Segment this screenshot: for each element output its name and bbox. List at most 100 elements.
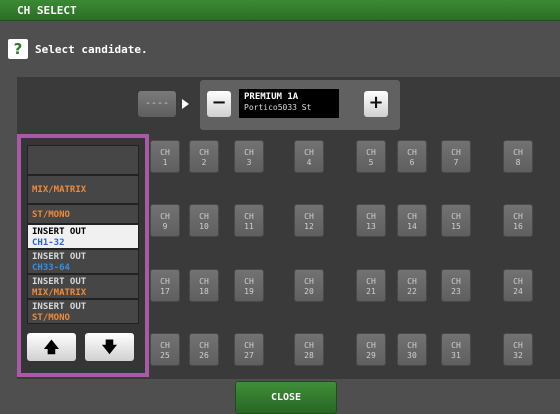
scroll-down-button[interactable]: 🡇 [85,333,134,361]
arrow-right-icon [182,99,189,109]
channel-button[interactable]: CH 6 [397,140,427,173]
category-sublabel: CH33-64 [32,263,70,273]
channel-selector-bar: ---- − PREMIUM 1A Portico5033 St + [17,77,560,141]
channel-button[interactable]: CH 27 [234,333,264,366]
channel-button-number: 27 [244,351,254,360]
channel-button[interactable]: CH 2 [189,140,219,173]
channel-name-box: PREMIUM 1A Portico5033 St [239,89,339,118]
channel-button[interactable]: CH 20 [294,269,324,302]
scroll-up-button[interactable]: 🡅 [27,333,76,361]
channel-button-label: CH [244,148,254,157]
category-sublabel: CH1-32 [32,238,65,248]
channel-button-number: 2 [201,158,207,167]
channel-button[interactable]: CH 24 [503,269,533,302]
channel-button[interactable]: CH 13 [356,204,386,237]
channel-button[interactable]: CH 25 [150,333,180,366]
channel-button[interactable]: CH 16 [503,204,533,237]
channel-button-label: CH [407,341,417,350]
channel-button-label: CH [160,277,170,286]
prompt: ? Select candidate. [8,38,148,60]
channel-button-label: CH [366,212,376,221]
channel-button[interactable]: CH 17 [150,269,180,302]
channel-button-label: CH [366,277,376,286]
category-item-st-mono[interactable]: ST/MONO [27,204,139,224]
channel-display: − PREMIUM 1A Portico5033 St + [200,80,400,130]
channel-button-label: CH [244,277,254,286]
close-button[interactable]: CLOSE [235,381,337,414]
channel-button[interactable]: CH 14 [397,204,427,237]
channel-button[interactable]: CH 11 [234,204,264,237]
category-item-insert-out-ch1-32[interactable]: INSERT OUT CH1-32 [27,224,139,249]
channel-button-label: CH [160,341,170,350]
category-sublabel: ST/MONO [32,313,70,323]
category-item-blank[interactable] [27,145,139,175]
channel-button[interactable]: CH 19 [234,269,264,302]
channel-button-number: 3 [246,158,252,167]
channel-button-number: 23 [451,287,461,296]
channel-button[interactable]: CH 3 [234,140,264,173]
channel-button-label: CH [513,148,523,157]
help-icon[interactable]: ? [8,39,28,59]
category-sublabel: MIX/MATRIX [32,288,87,298]
channel-button-label: CH [407,212,417,221]
channel-subname: Portico5033 St [244,103,312,112]
channel-button-number: 32 [513,351,523,360]
channel-button-label: CH [451,212,461,221]
channel-button[interactable]: CH 1 [150,140,180,173]
channel-button[interactable]: CH 32 [503,333,533,366]
channel-button-label: CH [304,277,314,286]
channel-button[interactable]: CH 5 [356,140,386,173]
channel-button-label: CH [304,148,314,157]
channel-button[interactable]: CH 26 [189,333,219,366]
channel-button-number: 11 [244,222,254,231]
channel-button[interactable]: CH 28 [294,333,324,366]
channel-button-number: 5 [368,158,374,167]
channel-button-label: CH [199,341,209,350]
category-label: INSERT OUT [32,302,87,312]
channel-button-label: CH [451,148,461,157]
channel-button-number: 29 [366,351,376,360]
channel-button-number: 21 [366,287,376,296]
channel-button-number: 4 [306,158,312,167]
increment-button[interactable]: + [364,91,388,117]
channel-button-number: 15 [451,222,461,231]
channel-button-label: CH [304,341,314,350]
channel-button[interactable]: CH 10 [189,204,219,237]
channel-button[interactable]: CH 30 [397,333,427,366]
channel-button[interactable]: CH 9 [150,204,180,237]
channel-button[interactable]: CH 7 [441,140,471,173]
category-item-insert-out-ch33-64[interactable]: INSERT OUT CH33-64 [27,249,139,274]
channel-button-number: 8 [515,158,521,167]
channel-button-number: 7 [453,158,459,167]
channel-button[interactable]: CH 21 [356,269,386,302]
channel-button[interactable]: CH 15 [441,204,471,237]
channel-button-label: CH [451,341,461,350]
category-item-mix-matrix[interactable]: MIX/MATRIX [27,175,139,204]
channel-button[interactable]: CH 23 [441,269,471,302]
channel-button-number: 17 [160,287,170,296]
channel-button-number: 1 [162,158,168,167]
channel-button-label: CH [366,148,376,157]
channel-button-label: CH [304,212,314,221]
channel-button-number: 10 [199,222,209,231]
category-item-insert-out-mix-matrix[interactable]: INSERT OUT MIX/MATRIX [27,274,139,299]
channel-button-label: CH [160,212,170,221]
category-item-insert-out-st-mono[interactable]: INSERT OUT ST/MONO [27,299,139,324]
channel-button-number: 24 [513,287,523,296]
prompt-text: Select candidate. [35,42,148,56]
source-button[interactable]: ---- [138,91,176,117]
channel-button[interactable]: CH 31 [441,333,471,366]
ch-select-panel: ? Select candidate. ---- − PREMIUM 1A Po… [0,21,560,414]
channel-button[interactable]: CH 8 [503,140,533,173]
channel-button[interactable]: CH 18 [189,269,219,302]
channel-button-label: CH [160,148,170,157]
channel-button-label: CH [199,212,209,221]
channel-button-number: 6 [409,158,415,167]
channel-button[interactable]: CH 12 [294,204,324,237]
channel-button[interactable]: CH 4 [294,140,324,173]
category-label: INSERT OUT [32,277,87,287]
channel-button-number: 18 [199,287,209,296]
channel-button[interactable]: CH 22 [397,269,427,302]
channel-button[interactable]: CH 29 [356,333,386,366]
decrement-button[interactable]: − [207,91,231,117]
